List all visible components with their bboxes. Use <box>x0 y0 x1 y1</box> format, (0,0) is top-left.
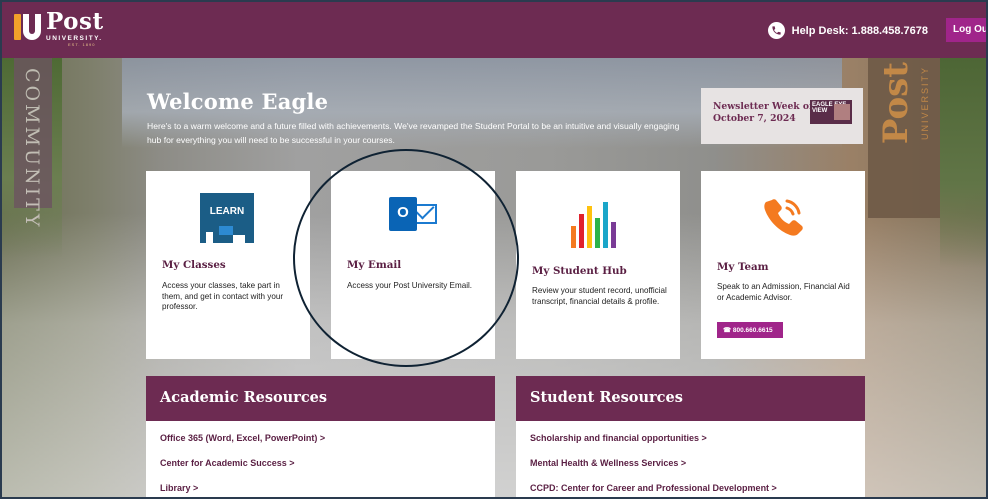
community-banner: COMMUNITY <box>14 58 52 229</box>
academic-link-office365[interactable]: Office 365 (Word, Excel, PowerPoint) > <box>160 433 325 443</box>
academic-resources-title: Academic Resources <box>146 376 495 421</box>
welcome-intro: Here's to a warm welcome and a future fi… <box>147 121 680 145</box>
post-banner-text: Post <box>876 62 916 145</box>
card-title: My Team <box>717 261 769 273</box>
card-my-team[interactable]: My Team Speak to an Admission, Financial… <box>701 171 865 359</box>
team-phone-number: 800.660.6615 <box>732 327 773 334</box>
top-navigation-bar: Post UNIVERSITY. EST. 1890 Help Desk: 1.… <box>2 2 986 58</box>
learn-icon: LEARN <box>200 193 254 243</box>
student-link-mental-health[interactable]: Mental Health & Wellness Services > <box>530 458 686 468</box>
bar-chart-icon <box>571 198 621 248</box>
team-phone-button[interactable]: ☎ 800.660.6615 <box>717 322 783 338</box>
logout-button[interactable]: Log Out <box>946 18 986 42</box>
card-description: Access your classes, take part in them, … <box>162 281 284 311</box>
card-description: Review your student record, unofficial t… <box>532 286 667 306</box>
post-banner: Post UNIVERSITY <box>868 58 940 218</box>
tree-right <box>940 58 986 268</box>
student-portal-page: COMMUNITY Post UNIVERSITY Post UNIVERSIT… <box>0 0 988 499</box>
post-university-logo[interactable]: Post UNIVERSITY. EST. 1890 <box>12 10 104 47</box>
logo-mark-icon <box>12 10 42 44</box>
help-desk[interactable]: Help Desk: 1.888.458.7678 <box>767 22 928 39</box>
eagle-eye-view-thumbnail: EAGLE EYE VIEW <box>810 100 852 124</box>
student-link-scholarships[interactable]: Scholarship and financial opportunities … <box>530 433 707 443</box>
card-description: Speak to an Admission, Financial Aid or … <box>717 282 850 302</box>
highlight-circle-annotation <box>293 149 519 367</box>
student-resources-panel: Student Resources Scholarship and financ… <box>516 376 865 497</box>
card-title: My Student Hub <box>532 265 627 277</box>
learn-icon-text: LEARN <box>209 206 245 217</box>
logo-subtitle: UNIVERSITY. <box>46 35 103 42</box>
help-desk-text: Help Desk: 1.888.458.7678 <box>791 24 928 37</box>
student-resources-title: Student Resources <box>516 376 865 421</box>
academic-link-success-center[interactable]: Center for Academic Success > <box>160 458 294 468</box>
card-my-student-hub[interactable]: My Student Hub Review your student recor… <box>516 171 680 359</box>
academic-link-library[interactable]: Library > <box>160 483 198 493</box>
community-banner-text: COMMUNITY <box>21 68 43 230</box>
logo-wordmark: Post <box>46 8 104 35</box>
welcome-section: Welcome Eagle Here's to a warm welcome a… <box>147 89 687 147</box>
card-my-classes[interactable]: LEARN My Classes Access your classes, ta… <box>146 171 310 359</box>
student-link-ccpd[interactable]: CCPD: Center for Career and Professional… <box>530 483 777 493</box>
post-banner-sub: UNIVERSITY <box>920 66 930 141</box>
newsletter-card[interactable]: Newsletter Week of October 7, 2024 EAGLE… <box>701 88 863 144</box>
logo-est: EST. 1890 <box>68 42 96 47</box>
card-title: My Classes <box>162 259 226 271</box>
welcome-title: Welcome Eagle <box>147 89 329 114</box>
academic-resources-panel: Academic Resources Office 365 (Word, Exc… <box>146 376 495 497</box>
phone-icon <box>759 193 807 241</box>
phone-icon <box>767 22 785 39</box>
